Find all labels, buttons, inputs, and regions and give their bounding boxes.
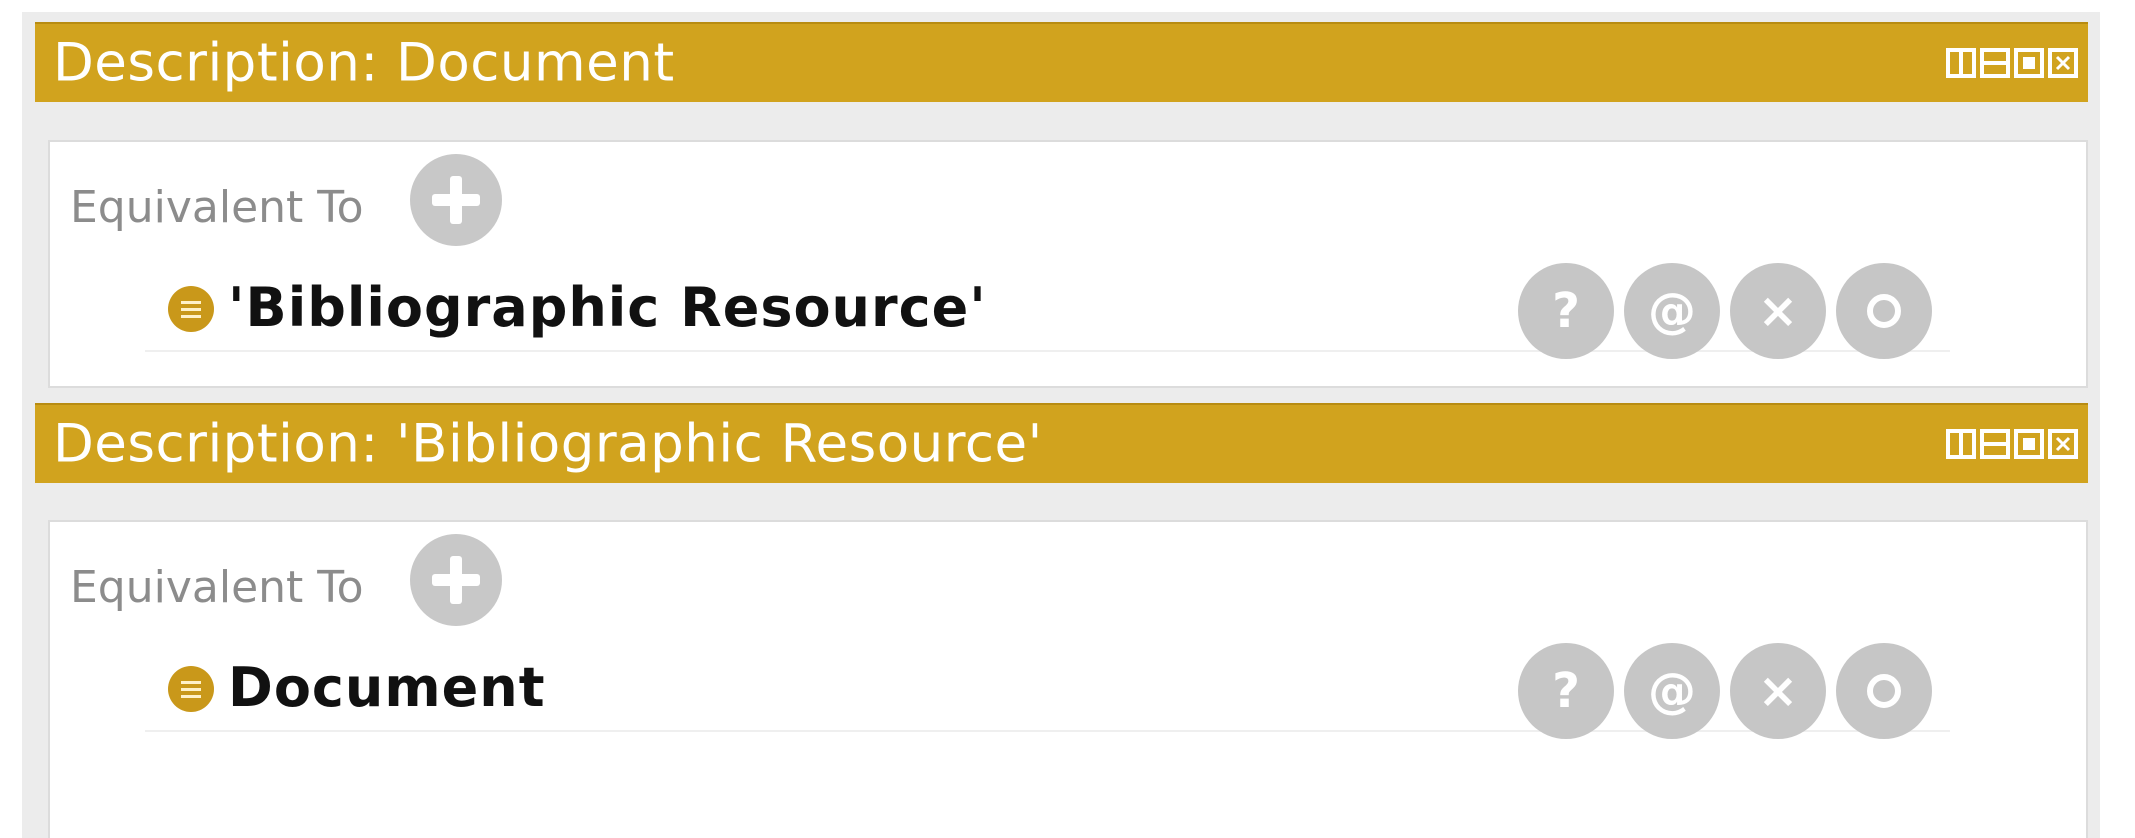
split-vertical-icon[interactable] <box>1946 48 1976 78</box>
row-actions: ? @ × <box>1518 263 1932 359</box>
class-icon <box>168 286 214 332</box>
entry-label: 'Bibliographic Resource' <box>228 276 987 339</box>
section-label-equivalent-to: Equivalent To <box>70 562 364 613</box>
edit-icon[interactable] <box>1836 643 1932 739</box>
description-panel-header: Description: Document <box>35 22 2088 102</box>
list-item[interactable]: 'Bibliographic Resource' ? @ × <box>50 263 1960 359</box>
description-panel-body: Equivalent To 'Bibliographic Resource' ?… <box>48 140 2088 388</box>
window-controls <box>1946 48 2078 78</box>
explain-icon[interactable]: ? <box>1518 643 1614 739</box>
entry-label: Document <box>228 656 546 719</box>
explain-icon[interactable]: ? <box>1518 263 1614 359</box>
split-vertical-icon[interactable] <box>1946 429 1976 459</box>
class-icon <box>168 666 214 712</box>
add-icon[interactable] <box>410 534 502 626</box>
edit-icon[interactable] <box>1836 263 1932 359</box>
section-label-equivalent-to: Equivalent To <box>70 182 364 233</box>
close-icon[interactable] <box>2048 429 2078 459</box>
panel-title: Description: 'Bibliographic Resource' <box>53 413 1043 475</box>
delete-icon[interactable]: × <box>1730 643 1826 739</box>
row-actions: ? @ × <box>1518 643 1932 739</box>
float-icon[interactable] <box>2014 48 2044 78</box>
delete-icon[interactable]: × <box>1730 263 1826 359</box>
split-horizontal-icon[interactable] <box>1980 429 2010 459</box>
float-icon[interactable] <box>2014 429 2044 459</box>
split-horizontal-icon[interactable] <box>1980 48 2010 78</box>
annotate-icon[interactable]: @ <box>1624 263 1720 359</box>
description-panel-header: Description: 'Bibliographic Resource' <box>35 403 2088 483</box>
description-panel-body: Equivalent To Document ? @ × <box>48 520 2088 838</box>
close-icon[interactable] <box>2048 48 2078 78</box>
annotate-icon[interactable]: @ <box>1624 643 1720 739</box>
window-controls <box>1946 429 2078 459</box>
panel-title: Description: Document <box>53 32 675 94</box>
list-item[interactable]: Document ? @ × <box>50 643 1960 739</box>
add-icon[interactable] <box>410 154 502 246</box>
